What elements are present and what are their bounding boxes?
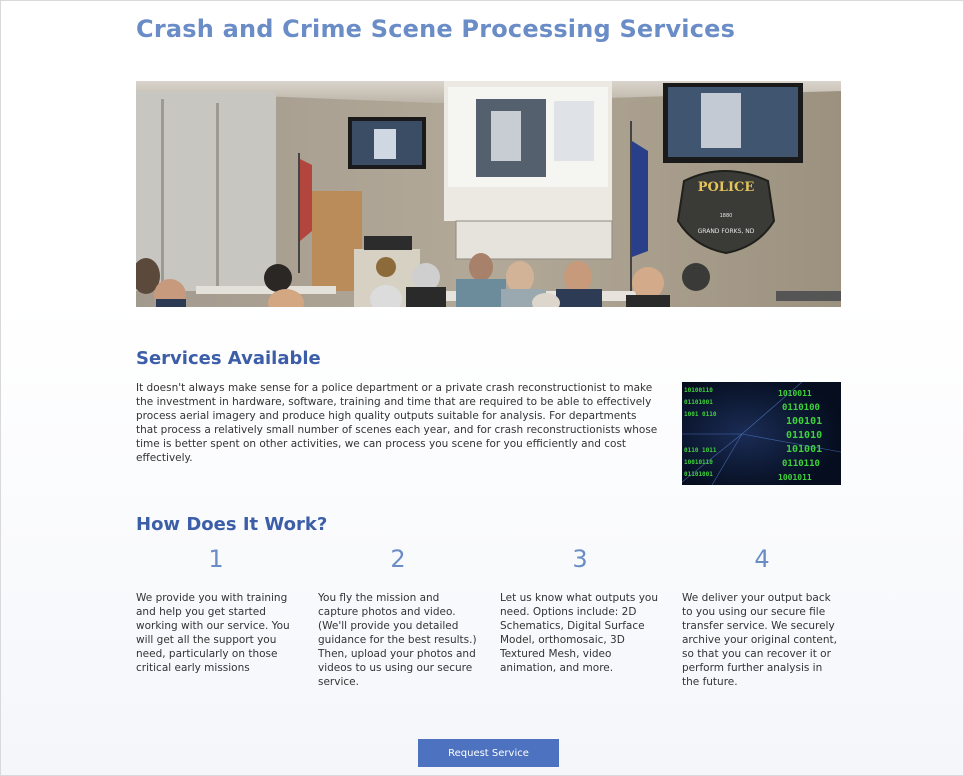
step-2-number: 2 <box>390 545 406 573</box>
badge-city: GRAND FORKS, ND <box>698 228 755 235</box>
svg-text:1001011: 1001011 <box>778 473 812 482</box>
step-1-number: 1 <box>208 545 224 573</box>
svg-text:1010011: 1010011 <box>778 389 812 398</box>
badge-year: 1880 <box>720 213 733 219</box>
how-heading: How Does It Work? <box>136 514 328 535</box>
data-stream-image: 10100110 01101001 1001 0110 0110 1011 10… <box>682 382 841 485</box>
svg-text:101001: 101001 <box>786 444 822 455</box>
services-description: It doesn't always make sense for a polic… <box>136 382 658 464</box>
step-4-number: 4 <box>754 545 770 573</box>
svg-text:0110 1011: 0110 1011 <box>684 447 717 454</box>
step-1-text: We provide you with training and help yo… <box>136 592 290 674</box>
services-heading: Services Available <box>136 348 321 369</box>
svg-text:10100110: 10100110 <box>684 387 713 394</box>
svg-text:0110100: 0110100 <box>782 403 820 413</box>
hero-photo-illustration: POLICE 1880 GRAND FORKS, ND <box>136 81 841 307</box>
svg-text:10010110: 10010110 <box>684 459 713 466</box>
binary-tunnel-graphic: 10100110 01101001 1001 0110 0110 1011 10… <box>682 382 841 485</box>
step-4-text: We deliver your output back to you using… <box>682 592 837 688</box>
svg-text:011010: 011010 <box>786 430 822 441</box>
step-3-number: 3 <box>572 545 588 573</box>
hero-image: POLICE 1880 GRAND FORKS, ND <box>136 81 841 307</box>
step-3-text: Let us know what outputs you need. Optio… <box>500 592 658 674</box>
request-service-button[interactable]: Request Service <box>418 739 559 767</box>
page-title: Crash and Crime Scene Processing Service… <box>136 15 736 43</box>
badge-text: POLICE <box>698 180 755 195</box>
svg-text:01101001: 01101001 <box>684 399 713 406</box>
step-2-text: You fly the mission and capture photos a… <box>318 592 477 688</box>
svg-text:1001 0110: 1001 0110 <box>684 411 717 418</box>
svg-text:0110110: 0110110 <box>782 459 820 469</box>
svg-text:100101: 100101 <box>786 416 822 427</box>
